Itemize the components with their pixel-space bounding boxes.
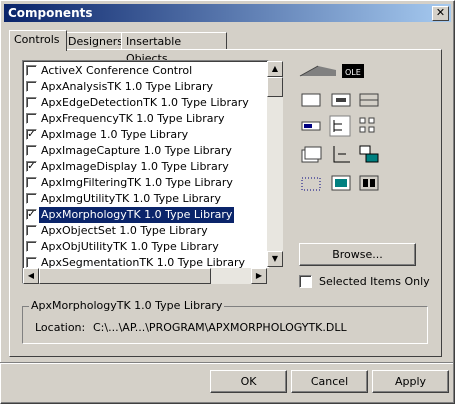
- item-checkbox[interactable]: [26, 241, 37, 252]
- status-bar-icon: [359, 93, 379, 107]
- details-title: ApxMorphologyTK 1.0 Type Library: [29, 299, 225, 312]
- item-checkbox[interactable]: [26, 257, 37, 268]
- cancel-button[interactable]: Cancel: [291, 370, 368, 393]
- window-title: Components: [8, 6, 93, 20]
- list-item[interactable]: ApxFrequencyTK 1.0 Type Library: [25, 111, 267, 127]
- item-checkbox[interactable]: [26, 113, 37, 124]
- component-list[interactable]: ActiveX Conference Control ApxAnalysisTK …: [22, 60, 269, 284]
- progress-icon: [301, 121, 321, 131]
- item-label: ApxMorphologyTK 1.0 Type Library: [37, 206, 236, 224]
- list-item[interactable]: ✓ ApxImageDisplay 1.0 Type Library: [25, 159, 267, 175]
- selected-items-only-label: Selected Items Only: [319, 275, 430, 288]
- item-label: ApxObjectSet 1.0 Type Library: [41, 224, 208, 237]
- vertical-scrollbar[interactable]: ▲ ▼: [267, 61, 283, 267]
- list-item[interactable]: ApxEdgeDetectionTK 1.0 Type Library: [25, 95, 267, 111]
- list-item[interactable]: ✓ ApxImage 1.0 Type Library: [25, 127, 267, 143]
- location-value: C:\...\AP...\PROGRAM\APXMORPHOLOGYTK.DLL: [93, 321, 347, 334]
- item-label: ApxImageCapture 1.0 Type Library: [41, 144, 232, 157]
- item-label: ApxEdgeDetectionTK 1.0 Type Library: [41, 96, 249, 109]
- cancel-label: Cancel: [310, 375, 349, 388]
- browse-button[interactable]: Browse...: [299, 243, 416, 266]
- control-preview: OLE: [296, 60, 384, 198]
- scroll-corner: [267, 268, 283, 284]
- item-label: ApxImgFilteringTK 1.0 Type Library: [41, 176, 233, 189]
- item-checkbox[interactable]: [26, 81, 37, 92]
- item-checkbox[interactable]: [26, 177, 37, 188]
- item-label: ApxImgUtilityTK 1.0 Type Library: [41, 192, 221, 205]
- location-label: Location:: [35, 321, 86, 334]
- tree-icon: [329, 115, 351, 137]
- list-item[interactable]: ✓ ApxMorphologyTK 1.0 Type Library: [25, 206, 267, 224]
- apply-label: Apply: [394, 375, 427, 388]
- item-label: ApxAnalysisTK 1.0 Type Library: [41, 80, 213, 93]
- preview-icons: OLE: [299, 64, 379, 191]
- scroll-down-button[interactable]: ▼: [267, 251, 283, 267]
- tab-designers[interactable]: Designers: [63, 32, 129, 50]
- ok-label: OK: [240, 375, 257, 388]
- list-item[interactable]: ActiveX Conference Control: [25, 63, 267, 79]
- axis-icon: [333, 146, 350, 163]
- list-item[interactable]: ApxImgFilteringTK 1.0 Type Library: [25, 175, 267, 191]
- list-item[interactable]: ApxAnalysisTK 1.0 Type Library: [25, 79, 267, 95]
- item-label: ApxImageDisplay 1.0 Type Library: [41, 160, 229, 173]
- network-icon: [359, 145, 379, 163]
- list-item[interactable]: ApxObjUtilityTK 1.0 Type Library: [25, 239, 267, 255]
- item-label: ApxImage 1.0 Type Library: [41, 128, 189, 141]
- ok-button[interactable]: OK: [210, 370, 287, 393]
- list-item[interactable]: ApxImageCapture 1.0 Type Library: [25, 143, 267, 159]
- divider: [0, 362, 453, 364]
- horizontal-scrollbar[interactable]: ◀ ▶: [23, 268, 267, 284]
- tab-label: Controls: [14, 33, 60, 46]
- scroll-right-button[interactable]: ▶: [251, 268, 267, 284]
- display-icon: [359, 175, 379, 191]
- dotgrid-icon: [301, 177, 321, 191]
- item-checkbox[interactable]: [26, 193, 37, 204]
- item-checkbox[interactable]: ✓: [26, 209, 37, 220]
- hscroll-thumb[interactable]: [39, 268, 211, 284]
- tab-insertable-objects[interactable]: Insertable Objects: [121, 32, 227, 65]
- item-checkbox[interactable]: [26, 145, 37, 156]
- label-panel-icon: [331, 93, 351, 107]
- scroll-left-button[interactable]: ◀: [23, 268, 39, 284]
- svg-text:OLE: OLE: [345, 68, 361, 77]
- close-icon: ✕: [435, 6, 446, 19]
- details-group: ApxMorphologyTK 1.0 Type Library Locatio…: [22, 299, 428, 344]
- scroll-thumb[interactable]: [267, 77, 283, 97]
- item-checkbox[interactable]: [26, 97, 37, 108]
- item-checkbox[interactable]: ✓: [26, 129, 37, 140]
- listview-icon: [359, 117, 375, 133]
- apply-button[interactable]: Apply: [372, 370, 449, 393]
- scroll-up-button[interactable]: ▲: [267, 61, 283, 77]
- item-label: ApxObjUtilityTK 1.0 Type Library: [41, 240, 219, 253]
- panel-icon: [301, 93, 321, 107]
- image-view-icon: [331, 175, 351, 191]
- list-item[interactable]: ApxImgUtilityTK 1.0 Type Library: [25, 191, 267, 207]
- title-bar[interactable]: Components ✕: [4, 4, 451, 22]
- tab-label: Designers: [68, 35, 123, 48]
- list-item[interactable]: ApxObjectSet 1.0 Type Library: [25, 223, 267, 239]
- browse-label: Browse...: [332, 248, 383, 261]
- ole-icon: OLE: [342, 64, 364, 78]
- item-checkbox[interactable]: ✓: [26, 161, 37, 172]
- ruler-toolbar-icon: [299, 65, 336, 77]
- item-checkbox[interactable]: [26, 225, 37, 236]
- item-label: ApxFrequencyTK 1.0 Type Library: [41, 112, 225, 125]
- checkbox-box[interactable]: [299, 275, 312, 288]
- tabs-icon: [301, 146, 322, 163]
- item-checkbox[interactable]: [26, 65, 37, 76]
- close-button[interactable]: ✕: [432, 6, 449, 21]
- tab-controls[interactable]: Controls: [9, 30, 67, 51]
- item-label: ActiveX Conference Control: [41, 64, 193, 77]
